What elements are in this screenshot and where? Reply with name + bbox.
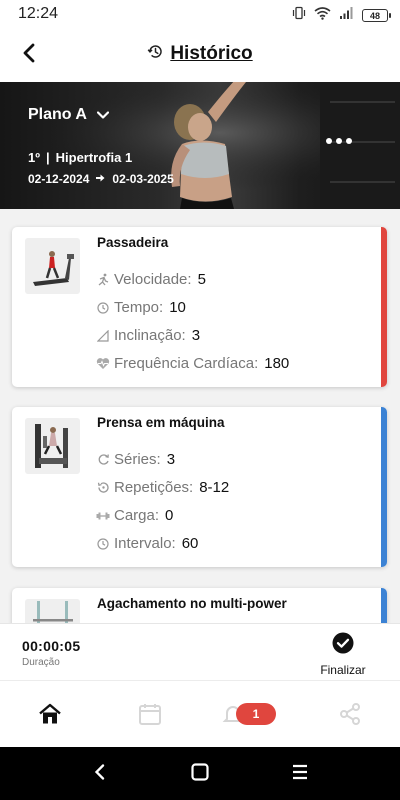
finish-label: Finalizar	[320, 663, 366, 677]
vibrate-icon	[292, 6, 306, 25]
athlete-photo	[0, 82, 400, 209]
counter-icon	[96, 481, 110, 495]
signal-icon	[339, 6, 354, 25]
status-time: 12:24	[18, 5, 59, 22]
status-icons: 48	[292, 6, 391, 25]
system-home-button[interactable]	[187, 761, 213, 787]
nav-share[interactable]	[335, 701, 365, 731]
nav-home[interactable]	[35, 701, 65, 731]
clock-icon	[96, 537, 110, 551]
start-date: 02-12-2024	[28, 172, 90, 186]
exercise-name: Prensa em máquina	[97, 415, 225, 430]
treadmill-thumbnail	[25, 238, 80, 294]
chevron-left-icon	[94, 763, 106, 785]
stat-value: 3	[166, 451, 176, 468]
stat-time: Tempo: 10	[96, 299, 186, 316]
phase-separator: |	[45, 150, 50, 165]
incline-icon	[96, 329, 110, 343]
session-timer: 00:00:05	[22, 638, 81, 654]
stat-sets: Séries: 3	[96, 451, 175, 468]
stat-load: Carga: 0	[96, 507, 173, 524]
page-title: Histórico	[170, 43, 253, 64]
chevron-down-icon	[96, 106, 110, 124]
notification-badge: 1	[236, 703, 276, 725]
stat-value: 8-12	[199, 479, 230, 496]
stat-incline: Inclinação: 3	[96, 327, 200, 344]
stat-reps: Repetições: 8-12	[96, 479, 229, 496]
stat-speed: Velocidade: 5	[96, 271, 206, 288]
card-accent	[381, 407, 387, 567]
phase-number: 1º	[28, 150, 40, 165]
phase-name: Hipertrofia 1	[55, 150, 133, 165]
phase-info: 1º | Hipertrofia 1	[28, 150, 132, 165]
check-circle-icon	[332, 632, 354, 659]
more-options-button[interactable]	[326, 138, 352, 144]
stat-interval: Intervalo: 60	[96, 535, 198, 552]
more-dot	[346, 138, 352, 144]
duration-label: Duração	[22, 657, 60, 668]
stat-value: 180	[264, 355, 290, 372]
session-bar: 00:00:05 Duração Finalizar	[0, 623, 400, 679]
stat-value: 10	[169, 299, 186, 316]
exercise-card[interactable]: Agachamento no multi-power	[12, 588, 387, 623]
stat-value: 5	[197, 271, 206, 288]
stat-label: Intervalo:	[114, 535, 176, 552]
plan-banner: Plano A 1º | Hipertrofia 1 02-12-2024 02…	[0, 82, 400, 209]
exercise-card[interactable]: Prensa em máquina Séries: 3 Repetições: …	[12, 407, 387, 567]
share-icon	[338, 702, 362, 731]
heartbeat-icon	[96, 357, 110, 371]
stat-label: Velocidade:	[114, 271, 192, 288]
header-title-group: Histórico	[0, 43, 400, 65]
stat-value: 0	[165, 507, 174, 524]
stat-label: Carga:	[114, 507, 160, 524]
app-header: Histórico	[0, 28, 400, 82]
plan-name: Plano A	[28, 106, 87, 123]
arrow-right-icon	[95, 172, 106, 186]
end-date: 02-03-2025	[112, 172, 174, 186]
stat-value: 60	[181, 535, 199, 552]
more-horizontal-icon	[326, 138, 332, 144]
calendar-icon	[138, 702, 162, 731]
exercise-list[interactable]: Passadeira Velocidade: 5 Tempo: 10 Incli…	[0, 209, 400, 623]
system-navigation-bar	[0, 747, 400, 800]
system-recents-button[interactable]	[287, 761, 313, 787]
stat-heart-rate: Frequência Cardíaca: 180	[96, 355, 289, 372]
exercise-name: Passadeira	[97, 235, 169, 250]
exercise-card[interactable]: Passadeira Velocidade: 5 Tempo: 10 Incli…	[12, 227, 387, 387]
running-icon	[96, 273, 110, 287]
bottom-navigation: 1	[0, 680, 400, 747]
menu-icon	[292, 764, 308, 785]
exercise-name: Agachamento no multi-power	[97, 596, 287, 611]
stat-label: Repetições:	[114, 479, 194, 496]
dumbbell-icon	[96, 509, 110, 523]
plan-selector[interactable]: Plano A	[28, 106, 110, 124]
system-back-button[interactable]	[87, 761, 113, 787]
date-range: 02-12-2024 02-03-2025	[28, 172, 174, 186]
smith-machine-thumbnail	[25, 599, 80, 623]
repeat-icon	[96, 453, 110, 467]
card-accent	[381, 588, 387, 623]
history-icon	[147, 43, 164, 65]
card-accent	[381, 227, 387, 387]
battery-icon: 48	[362, 9, 391, 22]
clock-icon	[96, 301, 110, 315]
stat-label: Inclinação:	[114, 327, 186, 344]
stat-label: Tempo:	[114, 299, 164, 316]
finish-button[interactable]: Finalizar	[318, 632, 368, 677]
stat-label: Frequência Cardíaca:	[114, 355, 259, 372]
status-bar: 12:24 48	[0, 0, 400, 28]
wifi-icon	[314, 6, 331, 25]
stat-value: 3	[191, 327, 201, 344]
leg-press-thumbnail	[25, 418, 80, 474]
square-icon	[191, 762, 209, 786]
home-icon	[38, 703, 62, 730]
more-dot	[336, 138, 342, 144]
stat-label: Séries:	[114, 451, 161, 468]
nav-calendar[interactable]	[135, 701, 165, 731]
